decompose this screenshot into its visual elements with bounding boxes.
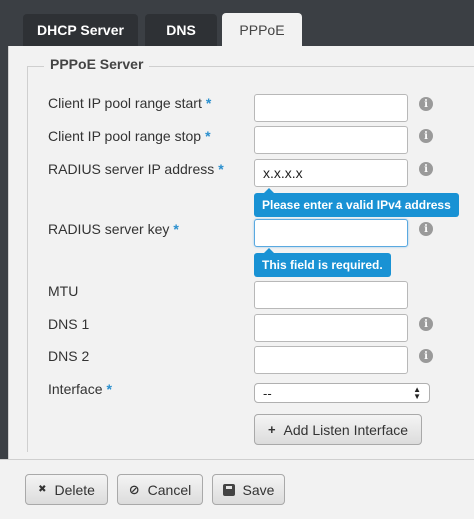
- radius-ip-label: RADIUS server IP address *: [48, 161, 224, 177]
- required-marker: *: [106, 381, 112, 397]
- required-marker: *: [205, 95, 212, 111]
- save-button[interactable]: Save: [212, 474, 285, 505]
- info-icon[interactable]: i: [419, 97, 433, 111]
- info-icon[interactable]: i: [419, 349, 433, 363]
- info-icon[interactable]: i: [419, 222, 433, 236]
- interface-label: Interface *: [48, 381, 112, 397]
- section-legend: PPPoE Server: [44, 56, 150, 72]
- pool-stop-input[interactable]: [254, 126, 408, 154]
- save-label: Save: [242, 481, 275, 498]
- tab-pppoe[interactable]: PPPoE: [222, 13, 302, 47]
- info-icon[interactable]: i: [419, 129, 433, 143]
- add-listen-interface-label: Add Listen Interface: [283, 421, 409, 438]
- pool-start-label: Client IP pool range start *: [48, 95, 212, 111]
- mtu-label: MTU: [48, 283, 79, 299]
- radius-key-label: RADIUS server key *: [48, 221, 179, 237]
- interface-select[interactable]: -- ▲ ▼: [254, 383, 430, 403]
- interface-select-value: --: [263, 385, 272, 401]
- radius-key-error-tooltip: This field is required.: [254, 248, 391, 277]
- cancel-button[interactable]: ⊘ Cancel: [117, 474, 203, 505]
- required-marker: *: [205, 128, 211, 144]
- save-icon: [222, 483, 235, 496]
- dns1-input[interactable]: [254, 314, 408, 342]
- delete-icon: ✖: [38, 484, 47, 495]
- radius-key-input[interactable]: [254, 219, 408, 247]
- dns1-label: DNS 1: [48, 316, 90, 332]
- info-icon[interactable]: i: [419, 162, 433, 176]
- required-marker: *: [173, 221, 179, 237]
- radius-ip-error-tooltip: Please enter a valid IPv4 address: [254, 188, 459, 217]
- radius-ip-input[interactable]: [254, 159, 408, 187]
- delete-label: Delete: [54, 481, 95, 498]
- cancel-label: Cancel: [147, 481, 192, 498]
- tab-dns[interactable]: DNS: [145, 14, 217, 46]
- dns2-label: DNS 2: [48, 348, 90, 364]
- info-icon[interactable]: i: [419, 317, 433, 331]
- pool-start-input[interactable]: [254, 94, 408, 122]
- mtu-input[interactable]: [254, 281, 408, 309]
- tab-bar: DHCP Server DNS PPPoE: [0, 0, 474, 47]
- required-marker: *: [218, 161, 224, 177]
- select-arrows-icon: ▲ ▼: [413, 385, 421, 401]
- delete-button[interactable]: ✖ Delete: [25, 474, 108, 505]
- tab-dhcp-server[interactable]: DHCP Server: [23, 14, 138, 46]
- cancel-icon: ⊘: [128, 481, 140, 497]
- pool-stop-label: Client IP pool range stop *: [48, 128, 211, 144]
- add-listen-interface-button[interactable]: + Add Listen Interface: [254, 414, 422, 445]
- plus-icon: +: [267, 422, 276, 437]
- dns2-input[interactable]: [254, 346, 408, 374]
